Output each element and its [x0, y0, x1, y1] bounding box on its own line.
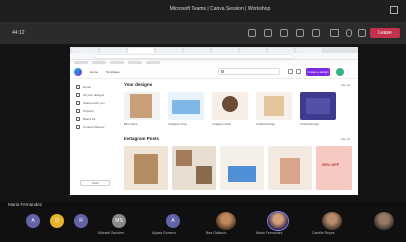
design-thumbnail[interactable] — [212, 92, 248, 120]
notifications-icon[interactable] — [296, 69, 301, 74]
bookmark[interactable] — [128, 61, 142, 64]
participant-avatar[interactable]: A — [26, 214, 40, 228]
participants-icon[interactable] — [264, 29, 272, 37]
bookmark[interactable] — [92, 61, 106, 64]
participant-avatar[interactable]: MS — [112, 214, 126, 228]
participant-video[interactable] — [216, 212, 236, 230]
bookmark[interactable] — [110, 61, 124, 64]
participant-video[interactable] — [374, 212, 394, 230]
projects-icon — [76, 109, 80, 113]
design-thumbnail[interactable] — [256, 92, 292, 120]
sidebar-item-brand[interactable]: Brand Kit — [76, 116, 118, 122]
posts-see-all-link[interactable]: See all — [341, 137, 350, 141]
design-caption: Blue Wave — [124, 122, 138, 126]
nav-templates[interactable]: Templates — [106, 70, 120, 74]
designs-heading: Your designs — [124, 82, 153, 87]
design-caption: Untitled Design — [300, 122, 319, 126]
design-caption: Untitled Design — [256, 122, 275, 126]
participant-avatar[interactable]: D — [50, 214, 64, 228]
canva-sidebar: Home All your designs Shared with you Pr… — [70, 80, 120, 195]
share-icon — [76, 101, 80, 105]
bookmark[interactable] — [74, 61, 88, 64]
canva-logo-icon[interactable] — [74, 68, 82, 76]
participant-name: Bea Gallardo — [206, 231, 227, 235]
template-thumbnail[interactable] — [220, 146, 264, 190]
template-thumbnail[interactable]: 35% OFF — [316, 146, 352, 190]
participant-video[interactable] — [268, 212, 288, 230]
camera-icon[interactable] — [330, 29, 339, 37]
shared-browser-window: Home Templates Create a design Home All … — [70, 47, 358, 195]
sale-badge: 35% OFF — [322, 162, 340, 167]
sidebar-item-label: All your designs — [83, 93, 105, 97]
microphone-icon[interactable] — [346, 29, 352, 37]
design-thumbnail[interactable] — [300, 92, 336, 120]
participant-video[interactable] — [322, 212, 342, 230]
posts-heading: Instagram Posts — [124, 136, 160, 141]
brand-icon — [76, 117, 80, 121]
bookmark[interactable] — [146, 61, 160, 64]
design-thumbnail[interactable] — [124, 92, 160, 120]
share-screen-icon[interactable] — [358, 29, 366, 37]
sidebar-item-label: Content Planner — [83, 125, 105, 129]
participant-name: Maria Fernandez — [256, 231, 283, 235]
folder-icon — [76, 93, 80, 97]
settings-icon[interactable] — [288, 69, 293, 74]
sidebar-item-projects[interactable]: Projects — [76, 108, 118, 114]
participant-name: Alyssa Romero — [152, 231, 176, 235]
design-thumbnail[interactable] — [168, 92, 204, 120]
chat-icon[interactable] — [248, 29, 256, 37]
meeting-controls: 44:12 Leave — [0, 22, 406, 44]
presenter-name: Maria Fernandez — [8, 202, 43, 207]
close-window-icon[interactable] — [390, 6, 398, 14]
participant-avatar[interactable]: A — [166, 214, 180, 228]
calendar-icon — [76, 125, 80, 129]
template-thumbnail[interactable] — [172, 146, 216, 190]
address-bar — [70, 53, 358, 60]
trash-button[interactable]: Trash — [80, 180, 110, 186]
canva-main: Your designs See all Blue Wave Instagram… — [124, 80, 354, 195]
shared-screen: Home Templates Create a design Home All … — [0, 44, 406, 202]
create-design-button[interactable]: Create a design — [306, 68, 330, 76]
window-title: Microsoft Teams | Canva Session | Worksh… — [169, 6, 271, 12]
design-caption: Instagram Post — [168, 122, 187, 126]
sidebar-item-shared[interactable]: Shared with you — [76, 100, 118, 106]
url-field[interactable] — [94, 54, 294, 59]
nav-home[interactable]: Home — [90, 70, 98, 74]
canva-header: Home Templates Create a design — [70, 65, 358, 79]
participants-strip: Maria Fernandez A D R MS Michael Sanders… — [0, 202, 406, 242]
sidebar-item-planner[interactable]: Content Planner — [76, 124, 118, 130]
template-thumbnail[interactable] — [268, 146, 312, 190]
home-icon — [76, 85, 80, 89]
search-input[interactable] — [218, 68, 280, 75]
sidebar-item-label: Shared with you — [83, 101, 105, 105]
meeting-timer: 44:12 — [12, 30, 25, 36]
sidebar-item-label: Home — [83, 85, 92, 89]
participant-avatar[interactable]: R — [74, 214, 88, 228]
template-thumbnail[interactable] — [124, 146, 168, 190]
sidebar-item-label: Brand Kit — [83, 117, 96, 121]
sidebar-item-label: Projects — [83, 109, 94, 113]
account-avatar[interactable] — [336, 68, 344, 76]
raise-hand-icon[interactable] — [280, 29, 288, 37]
participant-name: Camille Reyes — [312, 231, 335, 235]
reactions-icon[interactable] — [296, 29, 304, 37]
sidebar-item-designs[interactable]: All your designs — [76, 92, 118, 98]
leave-button[interactable]: Leave — [370, 28, 400, 38]
more-options-icon[interactable] — [312, 29, 320, 37]
window-title-bar: Microsoft Teams | Canva Session | Worksh… — [0, 0, 406, 22]
participant-name: Michael Sanders — [98, 231, 125, 235]
sidebar-item-home[interactable]: Home — [76, 84, 118, 90]
designs-see-all-link[interactable]: See all — [341, 83, 350, 87]
search-icon — [221, 70, 224, 73]
design-caption: Instagram Post — [212, 122, 231, 126]
